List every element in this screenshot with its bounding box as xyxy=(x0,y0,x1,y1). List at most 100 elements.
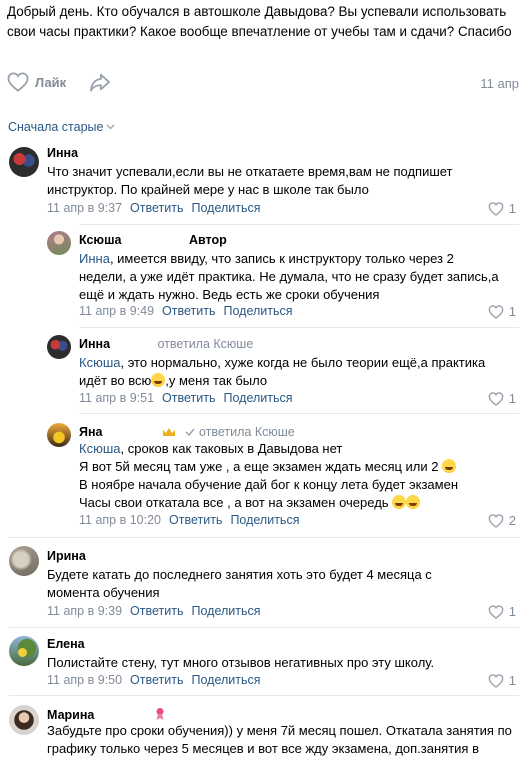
comment-meta: 11 апр в 9:37 Ответить Поделиться xyxy=(47,201,261,215)
share-button[interactable]: Поделиться xyxy=(223,391,292,405)
comment-text: Будете катать до последнего занятия хоть… xyxy=(47,567,432,600)
comment-author[interactable]: Яна ответила Ксюше xyxy=(79,425,295,439)
divider xyxy=(79,224,519,225)
author-badge: Автор xyxy=(188,233,227,247)
reply-button[interactable]: Ответить xyxy=(169,513,222,527)
rofl-emoji-icon xyxy=(442,459,457,473)
heart-icon xyxy=(488,673,504,688)
post-share-button[interactable] xyxy=(89,73,111,96)
author-name[interactable]: Марина xyxy=(47,708,94,722)
divider xyxy=(9,627,519,628)
post-actions: Лайк 11 апр xyxy=(7,72,519,98)
crown-icon xyxy=(162,428,175,436)
heart-icon xyxy=(488,604,504,619)
chevron-down-icon xyxy=(107,124,115,130)
author-name[interactable]: Инна xyxy=(79,337,110,351)
reply-button[interactable]: Ответить xyxy=(130,673,183,687)
comment-text: Ксюша, это нормально, хуже когда не было… xyxy=(79,354,499,390)
mention-link[interactable]: Ксюша xyxy=(79,441,120,456)
author-name[interactable]: Ксюша xyxy=(79,233,121,247)
comment-date[interactable]: 11 апр в 10:20 xyxy=(79,513,161,527)
mention-link[interactable]: Ксюша xyxy=(79,355,120,370)
share-arrow-icon xyxy=(90,73,110,92)
rofl-emoji-icon xyxy=(406,495,421,509)
heart-icon xyxy=(488,304,504,319)
ribbon-badge-icon xyxy=(156,708,164,720)
divider xyxy=(79,327,519,328)
comment-date[interactable]: 11 апр в 9:39 xyxy=(47,604,122,618)
avatar[interactable] xyxy=(47,231,71,255)
comment-author[interactable]: Ирина xyxy=(47,549,86,563)
comment-date[interactable]: 11 апр в 9:37 xyxy=(47,201,122,215)
post-like-button[interactable]: Лайк xyxy=(7,72,66,92)
avatar[interactable] xyxy=(9,705,39,735)
comment-like-button[interactable]: 1 xyxy=(488,304,516,319)
share-button[interactable]: Поделиться xyxy=(230,513,299,527)
avatar[interactable] xyxy=(9,636,39,666)
heart-icon xyxy=(488,201,504,216)
comment-date[interactable]: 11 апр в 9:51 xyxy=(79,391,154,405)
comment-like-button[interactable]: 1 xyxy=(488,604,516,619)
comment-line: В ноябре начала обучение дай бог к концу… xyxy=(79,476,499,494)
divider xyxy=(79,413,519,414)
comment-body: Часы свои откатала все , а вот на экзаме… xyxy=(79,495,389,510)
comment-author[interactable]: Марина xyxy=(47,707,166,722)
reply-button[interactable]: Ответить xyxy=(130,604,183,618)
comments-sort-toggle[interactable]: Сначала старые xyxy=(8,120,115,134)
heart-icon xyxy=(488,513,504,528)
comment-meta: 11 апр в 9:39 Ответить Поделиться xyxy=(47,604,261,618)
avatar[interactable] xyxy=(9,546,39,576)
like-count: 1 xyxy=(508,304,516,319)
sort-label: Сначала старые xyxy=(8,120,104,134)
comment-text: Забудьте про сроки обучения)) у меня 7й … xyxy=(47,723,512,756)
comment-body: , имеется ввиду, что запись к инструктор… xyxy=(79,251,499,302)
comment-body: , это нормально, хуже когда не было теор… xyxy=(79,355,486,388)
comment-like-button[interactable]: 1 xyxy=(488,673,516,688)
post-date: 11 апр xyxy=(480,76,519,91)
avatar[interactable] xyxy=(9,147,39,177)
like-count: 1 xyxy=(508,673,516,688)
like-count: 1 xyxy=(508,201,516,216)
comment-text: Полистайте стену, тут много отзывов нега… xyxy=(47,655,435,670)
comment-body: Я вот 5й месяц там уже , а еще экзамен ж… xyxy=(79,459,439,474)
comment-meta: 11 апр в 9:51 Ответить Поделиться xyxy=(79,391,293,405)
comment-date[interactable]: 11 апр в 9:49 xyxy=(79,304,154,318)
avatar[interactable] xyxy=(47,335,71,359)
comment-date[interactable]: 11 апр в 9:50 xyxy=(47,673,122,687)
comment-meta: 11 апр в 9:49 Ответить Поделиться xyxy=(79,304,293,318)
reply-button[interactable]: Ответить xyxy=(162,304,215,318)
comment-body-tail: ,у меня так было xyxy=(165,373,268,388)
comment-meta: 11 апр в 10:20 Ответить Поделиться xyxy=(79,513,299,527)
like-count: 1 xyxy=(508,391,516,406)
divider xyxy=(9,537,519,538)
comment-like-button[interactable]: 1 xyxy=(488,201,516,216)
reply-button[interactable]: Ответить xyxy=(130,201,183,215)
comment-author[interactable]: Ксюша Автор xyxy=(79,233,227,247)
comment-body: В ноябре начала обучение дай бог к концу… xyxy=(79,477,459,492)
share-button[interactable]: Поделиться xyxy=(191,604,260,618)
sweat-smile-emoji-icon xyxy=(392,495,407,509)
comment-like-button[interactable]: 1 xyxy=(488,391,516,406)
comment-author[interactable]: Инна ответила Ксюше xyxy=(79,337,253,351)
laughing-emoji-icon xyxy=(151,373,166,387)
comment-line: Я вот 5й месяц там уже , а еще экзамен ж… xyxy=(79,458,499,476)
share-button[interactable]: Поделиться xyxy=(191,201,260,215)
comment-author[interactable]: Инна xyxy=(47,146,78,160)
heart-icon xyxy=(7,72,29,92)
like-count: 2 xyxy=(508,513,516,528)
reply-button[interactable]: Ответить xyxy=(162,391,215,405)
comment-meta: 11 апр в 9:50 Ответить Поделиться xyxy=(47,673,261,687)
share-button[interactable]: Поделиться xyxy=(191,673,260,687)
comment-line: Ксюша, сроков как таковых в Давыдова нет xyxy=(79,440,499,458)
avatar[interactable] xyxy=(47,423,71,447)
author-name[interactable]: Яна xyxy=(79,425,103,439)
comment-text: Что значит успевали,если вы не откатаете… xyxy=(47,164,453,197)
replied-to[interactable]: ответила Ксюше xyxy=(199,425,295,439)
replied-to[interactable]: ответила Ксюше xyxy=(158,337,254,351)
divider xyxy=(9,695,519,696)
mention-link[interactable]: Инна xyxy=(79,251,110,266)
comment-author[interactable]: Елена xyxy=(47,637,85,651)
share-button[interactable]: Поделиться xyxy=(223,304,292,318)
post-text: Добрый день. Кто обучался в автошколе Да… xyxy=(7,4,512,39)
comment-like-button[interactable]: 2 xyxy=(488,513,516,528)
